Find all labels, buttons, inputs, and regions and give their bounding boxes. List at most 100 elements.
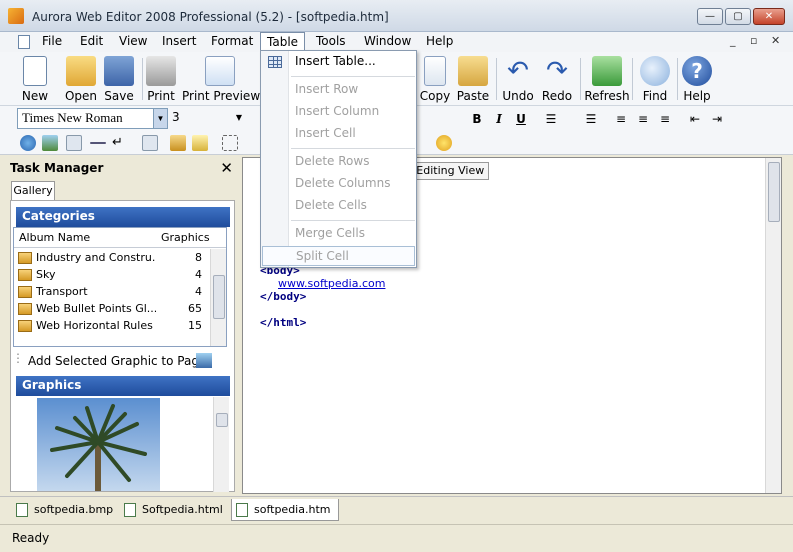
- close-button[interactable]: ✕: [753, 8, 785, 25]
- paste-label: Paste: [456, 89, 490, 103]
- italic-button[interactable]: I: [490, 110, 508, 128]
- maximize-button[interactable]: ▢: [725, 8, 751, 25]
- code-html-close[interactable]: </html>: [260, 316, 306, 329]
- doc-tab-label: Softpedia.html: [142, 503, 223, 516]
- doc-tab-softpedia-html[interactable]: Softpedia.html: [120, 499, 231, 521]
- menu-delete-rows: Delete Rows: [295, 154, 370, 168]
- indent-icon[interactable]: ⇥: [708, 110, 726, 128]
- frame-icon[interactable]: [222, 135, 238, 151]
- document-icon[interactable]: [18, 35, 30, 49]
- underline-button[interactable]: U: [512, 110, 530, 128]
- save-button[interactable]: Save: [96, 54, 142, 104]
- list-item[interactable]: Transport 4: [14, 284, 210, 301]
- category-name: Web Bullet Points Gl...: [36, 302, 156, 315]
- column-album-name[interactable]: Album Name: [19, 231, 90, 244]
- image-icon[interactable]: [42, 135, 58, 151]
- menu-file[interactable]: File: [36, 32, 68, 52]
- refresh-button[interactable]: Refresh: [584, 54, 630, 104]
- menu-edit[interactable]: Edit: [74, 32, 109, 52]
- table-icon[interactable]: [66, 135, 82, 151]
- edit-icon[interactable]: [192, 135, 208, 151]
- graphics-header: Graphics: [16, 376, 230, 396]
- paste-icon: [458, 56, 488, 86]
- add-selected-graphic-button[interactable]: ⋮ Add Selected Graphic to Page: [12, 351, 226, 371]
- menu-help[interactable]: Help: [420, 32, 459, 52]
- column-graphics[interactable]: Graphics: [161, 231, 210, 244]
- new-button[interactable]: New: [12, 54, 58, 104]
- print-preview-button[interactable]: Print Preview: [182, 54, 260, 104]
- category-name: Web Horizontal Rules: [36, 319, 153, 332]
- grid-icon[interactable]: [142, 135, 158, 151]
- categories-scrollbar[interactable]: [210, 249, 226, 346]
- scrollbar-thumb[interactable]: [768, 162, 780, 222]
- list-item[interactable]: Web Bullet Points Gl... 65: [14, 301, 210, 318]
- horizontal-rule-icon[interactable]: [90, 142, 106, 144]
- mdi-close-button[interactable]: ✕: [771, 34, 780, 47]
- menu-table[interactable]: Table: [260, 32, 306, 52]
- open-folder-icon: [66, 56, 96, 86]
- code-body-close[interactable]: </body>: [260, 290, 306, 303]
- folder-icon: [18, 320, 32, 332]
- new-document-icon: [23, 56, 47, 86]
- document-tabs: softpedia.bmp Softpedia.html softpedia.h…: [0, 496, 793, 523]
- document-icon: [236, 503, 248, 517]
- table-menu-dropdown: Insert Table... Insert Row Insert Column…: [260, 50, 417, 268]
- numbered-list-icon[interactable]: ☰: [582, 110, 600, 128]
- doc-tab-softpedia-bmp[interactable]: softpedia.bmp: [12, 499, 121, 521]
- close-icon[interactable]: ✕: [220, 159, 233, 177]
- outdent-icon[interactable]: ⇤: [686, 110, 704, 128]
- code-link[interactable]: www.softpedia.com: [278, 277, 385, 290]
- help-button[interactable]: ? Help: [674, 54, 720, 104]
- tab-gallery[interactable]: Gallery: [11, 181, 55, 201]
- menu-merge-cells: Merge Cells: [295, 226, 365, 240]
- align-left-icon[interactable]: ≡: [612, 110, 630, 128]
- font-size-value: 3: [172, 110, 180, 124]
- toolbar-separator: [580, 58, 581, 100]
- font-size-select[interactable]: 3 ▼: [168, 108, 248, 129]
- globe-icon[interactable]: [20, 135, 36, 151]
- category-count: 8: [195, 251, 202, 264]
- category-count: 4: [195, 285, 202, 298]
- redo-button[interactable]: ↷ Redo: [534, 54, 580, 104]
- mdi-restore-button[interactable]: ▫: [750, 34, 757, 47]
- chevron-down-icon[interactable]: ▼: [153, 109, 167, 128]
- categories-list: Album Name Graphics Industry and Constru…: [13, 227, 227, 347]
- menu-insert[interactable]: Insert: [156, 32, 202, 52]
- graphics-scrollbar[interactable]: [213, 397, 229, 492]
- smiley-icon[interactable]: [436, 135, 452, 151]
- menu-item-label: Insert Table...: [295, 54, 376, 68]
- help-label: Help: [683, 89, 711, 103]
- form-icon[interactable]: [170, 135, 186, 151]
- align-right-icon[interactable]: ≡: [656, 110, 674, 128]
- menu-split-cell[interactable]: Split Cell: [262, 246, 415, 266]
- menu-window[interactable]: Window: [358, 32, 417, 52]
- bold-button[interactable]: B: [468, 110, 486, 128]
- line-break-icon[interactable]: ↵: [112, 135, 128, 151]
- status-text: Ready: [12, 531, 50, 545]
- menu-insert-table[interactable]: Insert Table...: [262, 52, 415, 72]
- scrollbar-thumb[interactable]: [216, 413, 228, 427]
- print-button[interactable]: Print: [138, 54, 184, 104]
- menu-view[interactable]: View: [113, 32, 153, 52]
- graphic-thumbnail[interactable]: [37, 398, 160, 491]
- editor-scrollbar[interactable]: [765, 158, 781, 493]
- scrollbar-thumb[interactable]: [213, 275, 225, 319]
- doc-tab-softpedia-htm[interactable]: softpedia.htm: [231, 499, 340, 521]
- find-button[interactable]: Find: [632, 54, 678, 104]
- grip-icon: ⋮: [12, 351, 24, 365]
- list-item[interactable]: Industry and Constru... 8: [14, 250, 210, 267]
- bullet-list-icon[interactable]: ☰: [542, 110, 560, 128]
- align-center-icon[interactable]: ≡: [634, 110, 652, 128]
- list-item[interactable]: Sky 4: [14, 267, 210, 284]
- font-name-select[interactable]: Times New Roman ▼: [17, 108, 168, 129]
- menu-insert-column: Insert Column: [295, 104, 380, 118]
- menu-tools[interactable]: Tools: [310, 32, 352, 52]
- copy-icon: [424, 56, 446, 86]
- list-item[interactable]: Web Horizontal Rules 15: [14, 318, 210, 335]
- paste-button[interactable]: Paste: [450, 54, 496, 104]
- minimize-button[interactable]: —: [697, 8, 723, 25]
- menu-bar: File Edit View Insert Format Table Tools…: [0, 32, 793, 52]
- menu-format[interactable]: Format: [205, 32, 259, 52]
- chevron-down-icon[interactable]: ▼: [236, 113, 242, 122]
- mdi-minimize-button[interactable]: _: [730, 34, 736, 47]
